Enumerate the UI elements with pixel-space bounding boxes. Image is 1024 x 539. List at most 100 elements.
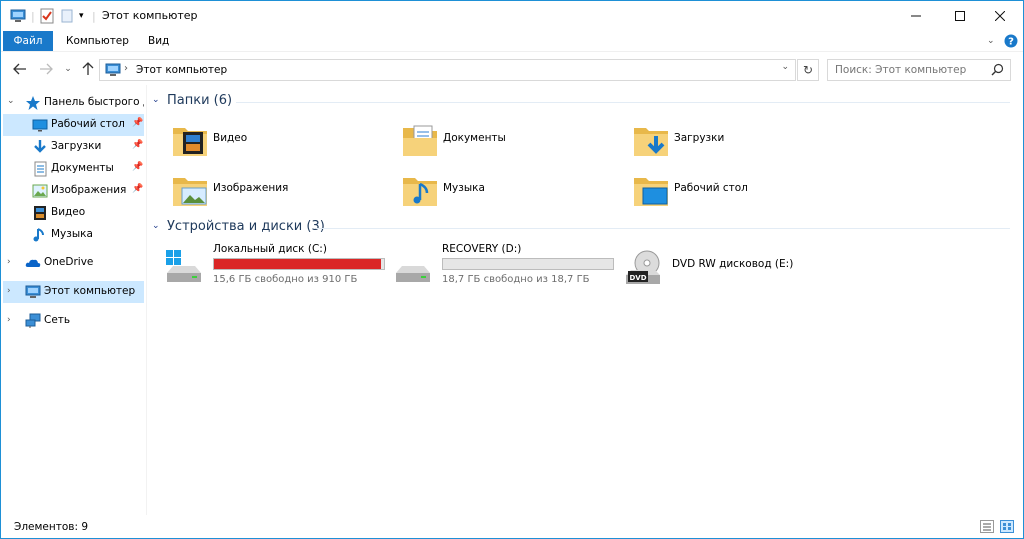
- address-bar[interactable]: › Этот компьютер ⌄: [99, 59, 796, 81]
- sidebar-item-downloads[interactable]: Загрузки 📌: [3, 136, 144, 158]
- drive-usage-bar: [213, 258, 385, 270]
- folder-label: Рабочий стол: [674, 182, 748, 194]
- windows-drive-icon: [164, 249, 204, 285]
- sidebar-item-network[interactable]: › Сеть: [3, 310, 144, 332]
- chevron-down-icon[interactable]: ⌄: [152, 221, 160, 231]
- close-button[interactable]: [977, 1, 1023, 31]
- folder-desktop[interactable]: Рабочий стол: [609, 167, 835, 213]
- computer-icon: [25, 284, 41, 300]
- minimize-button[interactable]: [893, 1, 939, 31]
- folder-music[interactable]: Музыка: [378, 167, 604, 213]
- drive-c[interactable]: Локальный диск (C:) 15,6 ГБ свободно из …: [148, 243, 385, 289]
- folder-pictures[interactable]: Изображения: [148, 167, 374, 213]
- pin-icon[interactable]: 📌: [132, 162, 143, 172]
- expand-ribbon-icon[interactable]: ⌄: [987, 34, 995, 48]
- search-input[interactable]: [828, 60, 988, 80]
- folder-label: Изображения: [213, 182, 289, 194]
- drive-name: Локальный диск (C:): [213, 243, 327, 255]
- customize-toolbar-icon[interactable]: ▾: [79, 7, 84, 25]
- properties-icon[interactable]: [40, 7, 54, 25]
- chevron-right-icon[interactable]: ›: [7, 257, 11, 267]
- download-icon: [32, 139, 48, 155]
- folder-video[interactable]: Видео: [148, 117, 374, 163]
- pin-icon[interactable]: 📌: [132, 118, 143, 128]
- group-title: Устройства и диски (3): [167, 219, 325, 234]
- arrow-left-icon: [13, 63, 26, 75]
- pictures-folder-icon: [170, 170, 210, 210]
- sidebar-item-label: Панель быстрого доступа: [44, 96, 144, 108]
- folder-downloads[interactable]: Загрузки: [609, 117, 835, 163]
- sidebar-item-this-pc[interactable]: › Этот компьютер: [3, 281, 144, 303]
- address-dropdown-icon[interactable]: ⌄: [781, 62, 789, 72]
- sidebar-item-music[interactable]: Музыка: [3, 224, 144, 246]
- separator: |: [31, 9, 35, 23]
- sidebar-item-label: Видео: [51, 206, 86, 218]
- pin-icon[interactable]: 📌: [132, 184, 143, 194]
- sidebar-item-video[interactable]: Видео: [3, 202, 144, 224]
- pin-icon[interactable]: 📌: [132, 140, 143, 150]
- drive-free-space: 15,6 ГБ свободно из 910 ГБ: [213, 274, 358, 285]
- folders-group-header[interactable]: ⌄ Папки (6): [148, 92, 1022, 112]
- separator: |: [92, 9, 96, 23]
- sidebar-item-onedrive[interactable]: › OneDrive: [3, 252, 144, 274]
- details-view-icon[interactable]: [980, 520, 994, 533]
- music-icon: [32, 227, 48, 243]
- drive-e[interactable]: DVD DVD RW дисковод (E:): [607, 243, 835, 289]
- tab-computer[interactable]: Компьютер: [55, 31, 140, 51]
- folder-label: Музыка: [443, 182, 485, 194]
- search-icon[interactable]: [991, 63, 1004, 79]
- tab-view[interactable]: Вид: [137, 31, 180, 51]
- sidebar-item-label: Изображения: [51, 184, 127, 196]
- chevron-right-icon[interactable]: ›: [7, 286, 11, 296]
- back-button[interactable]: [11, 60, 29, 78]
- chevron-right-icon[interactable]: ›: [7, 315, 11, 325]
- refresh-button[interactable]: ↻: [797, 59, 819, 81]
- star-icon: [25, 95, 41, 111]
- group-divider: [316, 228, 1010, 229]
- breadcrumb-chevron-icon[interactable]: ›: [124, 63, 128, 74]
- tab-file[interactable]: Файл: [3, 31, 53, 51]
- group-divider: [236, 102, 1010, 103]
- documents-folder-icon: [400, 120, 440, 160]
- folder-label: Документы: [443, 132, 506, 144]
- sidebar-item-documents[interactable]: Документы 📌: [3, 158, 144, 180]
- item-count: Элементов: 9: [14, 521, 89, 533]
- chevron-down-icon[interactable]: ⌄: [152, 95, 160, 105]
- help-icon[interactable]: ?: [1004, 34, 1018, 48]
- arrow-right-icon: [40, 63, 53, 75]
- recent-locations-button[interactable]: ⌄: [59, 60, 77, 78]
- navigation-pane: ⌄ Панель быстрого доступа Рабочий стол 📌…: [1, 85, 147, 515]
- ribbon-tabs: Файл Компьютер Вид ⌄ ?: [1, 31, 1023, 51]
- sidebar-item-label: Этот компьютер: [44, 285, 136, 297]
- drive-usage-fill: [214, 259, 382, 269]
- sidebar-item-pictures[interactable]: Изображения 📌: [3, 180, 144, 202]
- sidebar-item-label: Музыка: [51, 228, 93, 240]
- arrow-up-icon: [82, 62, 94, 75]
- search-box[interactable]: [827, 59, 1011, 81]
- devices-group-header[interactable]: ⌄ Устройства и диски (3): [148, 218, 1022, 238]
- svg-text:DVD: DVD: [629, 274, 646, 282]
- up-button[interactable]: [79, 60, 97, 78]
- sidebar-item-desktop[interactable]: Рабочий стол 📌: [3, 114, 144, 136]
- computer-icon[interactable]: [10, 7, 26, 25]
- refresh-icon: ↻: [802, 63, 814, 77]
- status-bar: Элементов: 9: [1, 515, 1023, 538]
- folder-documents[interactable]: Документы: [378, 117, 604, 163]
- window-title: Этот компьютер: [102, 9, 198, 22]
- hard-drive-icon: [393, 249, 433, 285]
- video-icon: [32, 205, 48, 221]
- sidebar-item-quick-access[interactable]: ⌄ Панель быстрого доступа: [3, 92, 144, 114]
- drive-d[interactable]: RECOVERY (D:) 18,7 ГБ свободно из 18,7 Г…: [377, 243, 614, 289]
- svg-text:?: ?: [1008, 37, 1014, 48]
- forward-button[interactable]: [37, 60, 55, 78]
- address-path[interactable]: Этот компьютер: [136, 64, 227, 76]
- chevron-down-icon[interactable]: ⌄: [7, 96, 15, 106]
- network-icon: [25, 313, 41, 329]
- new-folder-icon[interactable]: [61, 7, 73, 25]
- music-folder-icon: [400, 170, 440, 210]
- large-icons-view-icon[interactable]: [1000, 520, 1014, 533]
- sidebar-item-label: Сеть: [44, 314, 71, 326]
- maximize-icon: [955, 11, 965, 21]
- title-bar: | ▾ | Этот компьютер: [1, 1, 1023, 31]
- sidebar-item-label: Загрузки: [51, 140, 102, 152]
